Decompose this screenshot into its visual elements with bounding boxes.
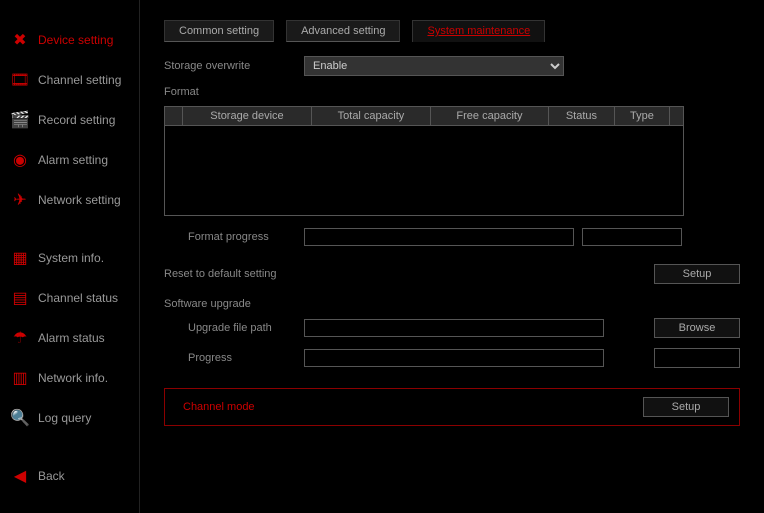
upgrade-path-label: Upgrade file path: [164, 322, 304, 334]
reset-setup-button[interactable]: Setup: [654, 264, 740, 284]
col-free-capacity: Free capacity: [430, 107, 548, 126]
tab-system-maintenance[interactable]: System maintenance: [412, 20, 545, 42]
col-status: Status: [548, 107, 614, 126]
format-label: Format: [164, 86, 740, 98]
col-scroll: [670, 107, 684, 126]
tabs: Common setting Advanced setting System m…: [164, 20, 740, 42]
channel-mode-box: Channel mode Setup: [164, 388, 740, 426]
sidebar-item-network-info[interactable]: ▥ Network info.: [0, 358, 139, 398]
format-progress-value: [582, 228, 682, 246]
sidebar-item-label: Log query: [38, 411, 91, 425]
channel-mode-label: Channel mode: [175, 401, 255, 413]
sidebar-item-label: Alarm setting: [38, 153, 108, 167]
bell-icon: ☂: [8, 326, 32, 350]
sidebar-item-channel-status[interactable]: ▤ Channel status: [0, 278, 139, 318]
col-total-capacity: Total capacity: [312, 107, 431, 126]
col-blank: [165, 107, 183, 126]
storage-overwrite-select[interactable]: Enable: [304, 56, 564, 76]
tab-common-setting[interactable]: Common setting: [164, 20, 274, 42]
format-progress-bar: [304, 228, 574, 246]
sidebar-item-label: Channel status: [38, 291, 118, 305]
list-icon: ▥: [8, 366, 32, 390]
col-storage-device: Storage device: [183, 107, 312, 126]
browse-button[interactable]: Browse: [654, 318, 740, 338]
sidebar-item-label: Network info.: [38, 371, 108, 385]
sidebar-item-label: Record setting: [38, 113, 115, 127]
sidebar-item-label: Channel setting: [38, 73, 121, 87]
format-progress-label: Format progress: [164, 231, 304, 243]
reset-label: Reset to default setting: [164, 268, 277, 280]
sidebar-item-system-info[interactable]: ▦ System info.: [0, 238, 139, 278]
wrench-icon: ✖: [8, 28, 32, 52]
sidebar-item-label: Network setting: [38, 193, 121, 207]
storage-table: Storage device Total capacity Free capac…: [164, 106, 684, 126]
sidebar-item-channel-setting[interactable]: 🎞 Channel setting: [0, 60, 139, 100]
grid-icon: ▦: [8, 246, 32, 270]
sidebar-item-log-query[interactable]: 🔍 Log query: [0, 398, 139, 438]
grid-icon: ▤: [8, 286, 32, 310]
sidebar-item-alarm-setting[interactable]: ◉ Alarm setting: [0, 140, 139, 180]
sidebar-item-label: Alarm status: [38, 331, 105, 345]
sidebar-item-network-setting[interactable]: ✈ Network setting: [0, 180, 139, 220]
sidebar-item-back[interactable]: ◀ Back: [0, 456, 139, 496]
upgrade-progress-label: Progress: [164, 352, 304, 364]
tab-advanced-setting[interactable]: Advanced setting: [286, 20, 400, 42]
target-icon: ◉: [8, 148, 32, 172]
upgrade-progress-bar: [304, 349, 604, 367]
software-upgrade-title: Software upgrade: [164, 298, 740, 310]
sidebar: ✖ Device setting 🎞 Channel setting 🎬 Rec…: [0, 0, 140, 513]
upgrade-path-input[interactable]: [304, 319, 604, 337]
channel-mode-setup-button[interactable]: Setup: [643, 397, 729, 417]
upgrade-progress-value: [654, 348, 740, 368]
main-panel: Common setting Advanced setting System m…: [140, 0, 764, 513]
sidebar-item-alarm-status[interactable]: ☂ Alarm status: [0, 318, 139, 358]
storage-overwrite-label: Storage overwrite: [164, 60, 304, 72]
sidebar-item-record-setting[interactable]: 🎬 Record setting: [0, 100, 139, 140]
search-icon: 🔍: [8, 406, 32, 430]
film-icon: 🎞: [8, 68, 32, 92]
sidebar-item-device-setting[interactable]: ✖ Device setting: [0, 20, 139, 60]
sidebar-item-label: Back: [38, 469, 65, 483]
clapper-icon: 🎬: [8, 108, 32, 132]
sidebar-item-label: Device setting: [38, 33, 113, 47]
back-icon: ◀: [8, 464, 32, 488]
storage-table-body: [164, 126, 684, 216]
sidebar-item-label: System info.: [38, 251, 104, 265]
plane-icon: ✈: [8, 188, 32, 212]
col-type: Type: [614, 107, 669, 126]
